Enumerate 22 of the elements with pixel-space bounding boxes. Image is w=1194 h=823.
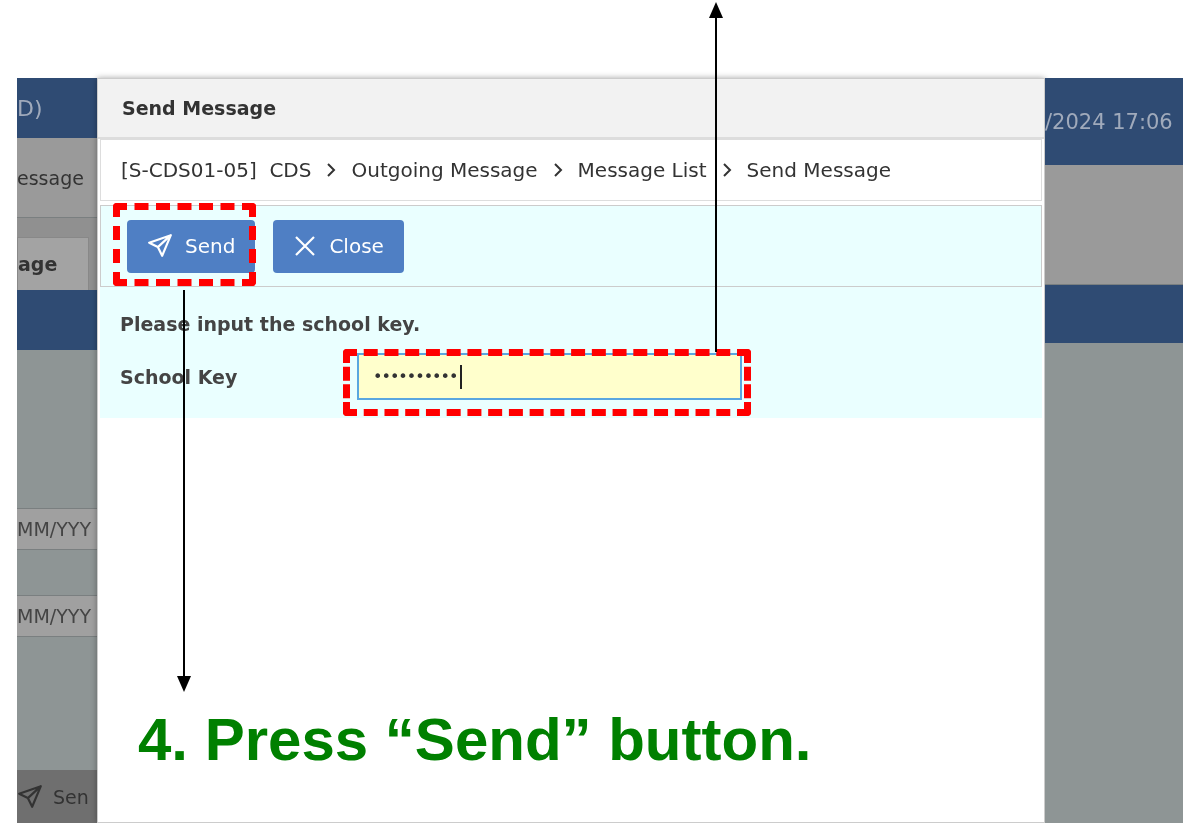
breadcrumb-item[interactable]: [S-CDS01-05] CDS: [121, 158, 312, 182]
close-button[interactable]: Close: [273, 219, 404, 273]
header-text: /2024 17:06: [1045, 109, 1173, 134]
tab[interactable]: age: [17, 237, 89, 290]
send-icon: [17, 783, 43, 810]
date-field[interactable]: MM/YYY: [17, 595, 97, 637]
instruction-text: 4. Press “Send” button.: [138, 705, 812, 774]
chevron-icon: [720, 162, 733, 178]
header-text: D): [17, 95, 43, 121]
close-icon: [293, 234, 318, 258]
send-button[interactable]: Send: [127, 219, 256, 273]
breadcrumb-item[interactable]: Message List: [577, 158, 707, 182]
chevron-icon: [325, 162, 338, 178]
breadcrumb-item[interactable]: Send Message: [746, 158, 891, 182]
date-field[interactable]: MM/YYY: [17, 508, 97, 550]
send-button[interactable]: Sen: [17, 770, 97, 823]
dialog-title: Send Message: [98, 79, 1044, 139]
send-icon: [147, 233, 173, 259]
input-field[interactable]: ••••••••••: [357, 353, 742, 400]
breadcrumb-item[interactable]: Outgoing Message: [351, 158, 538, 182]
menu-text: essage: [17, 166, 84, 189]
chevron-icon: [551, 162, 564, 178]
